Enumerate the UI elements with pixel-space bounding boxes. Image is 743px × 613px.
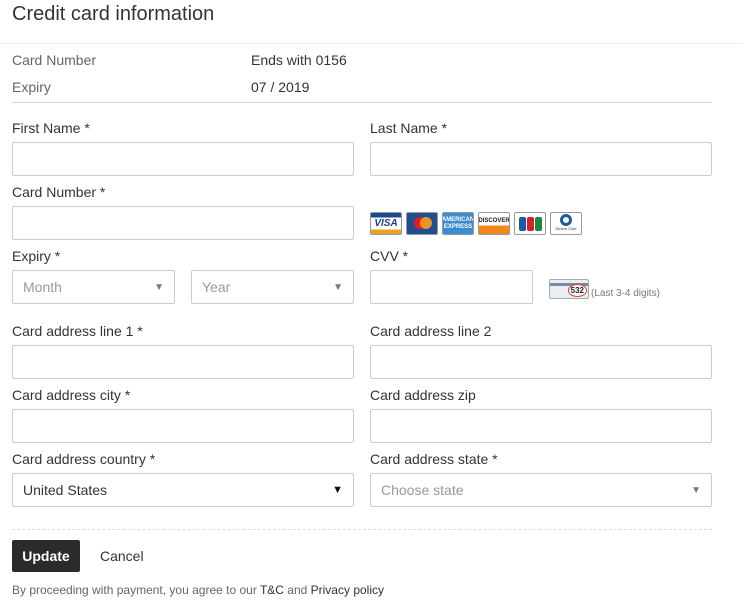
- country-label: Card address country *: [12, 451, 156, 467]
- cvv-hint: (Last 3-4 digits): [591, 288, 660, 299]
- last-name-input[interactable]: [370, 142, 712, 176]
- country-select[interactable]: United States ▼: [12, 473, 354, 507]
- mastercard-icon: [406, 212, 438, 235]
- city-label: Card address city *: [12, 387, 131, 403]
- terms-link[interactable]: T&C: [260, 583, 284, 597]
- jcb-icon: [514, 212, 546, 235]
- summary-divider: [12, 102, 712, 103]
- chevron-down-icon: ▼: [333, 281, 343, 293]
- terms-notice: By proceeding with payment, you agree to…: [12, 583, 384, 597]
- expiry-label: Expiry *: [12, 248, 61, 264]
- zip-input[interactable]: [370, 409, 712, 443]
- card-number-input[interactable]: [12, 206, 354, 240]
- cancel-button[interactable]: Cancel: [100, 548, 144, 564]
- address-line1-label: Card address line 1 *: [12, 323, 143, 339]
- visa-icon: VISA: [370, 212, 402, 235]
- chevron-down-icon: ▼: [154, 281, 164, 293]
- first-name-label: First Name *: [12, 120, 90, 136]
- address-line2-input[interactable]: [370, 345, 712, 379]
- state-select[interactable]: Choose state ▼: [370, 473, 712, 507]
- last-name-label: Last Name *: [370, 120, 448, 136]
- cvv-card-icon: 532: [549, 279, 589, 299]
- cvv-input[interactable]: [370, 270, 533, 304]
- amex-icon: AMERICAN EXPRESS: [442, 212, 474, 235]
- header-divider: [0, 43, 743, 44]
- actions-divider: [12, 529, 712, 530]
- first-name-input[interactable]: [12, 142, 354, 176]
- expiry-year-select[interactable]: Year ▼: [191, 270, 354, 304]
- discover-icon: DISCOVER: [478, 212, 510, 235]
- expiry-month-select[interactable]: Month ▼: [12, 270, 175, 304]
- summary-card-number-label: Card Number: [12, 52, 97, 68]
- chevron-down-icon: ▼: [332, 484, 343, 496]
- summary-expiry-value: 07 / 2019: [251, 79, 310, 95]
- privacy-policy-link[interactable]: Privacy policy: [311, 583, 384, 597]
- card-number-label: Card Number *: [12, 184, 106, 200]
- city-input[interactable]: [12, 409, 354, 443]
- accepted-cards: VISA AMERICAN EXPRESS DISCOVER Diners Cl…: [370, 212, 582, 235]
- diners-club-icon: Diners Club: [550, 212, 582, 235]
- address-line2-label: Card address line 2: [370, 323, 492, 339]
- zip-label: Card address zip: [370, 387, 476, 403]
- state-label: Card address state *: [370, 451, 498, 467]
- cvv-label: CVV *: [370, 248, 409, 264]
- summary-expiry-label: Expiry: [12, 79, 51, 95]
- cvv-example-digits: 532: [567, 284, 587, 297]
- summary-card-number-value: Ends with 0156: [251, 52, 347, 68]
- chevron-down-icon: ▼: [691, 484, 701, 496]
- page-title: Credit card information: [12, 3, 215, 25]
- update-button[interactable]: Update: [12, 540, 80, 572]
- address-line1-input[interactable]: [12, 345, 354, 379]
